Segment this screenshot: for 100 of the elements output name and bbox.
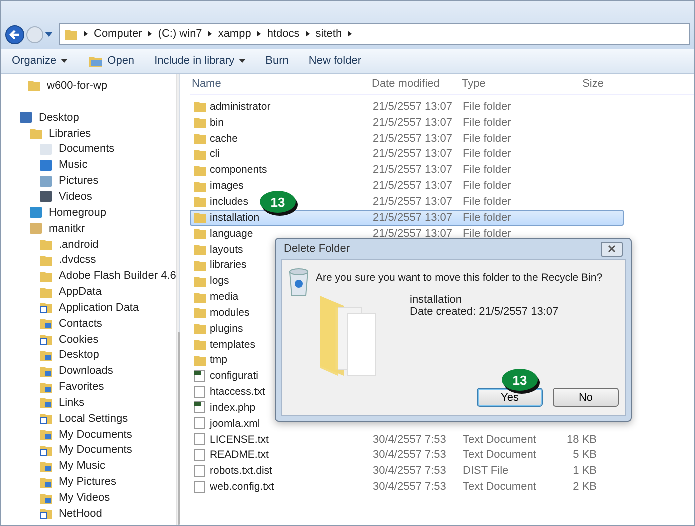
dialog-button[interactable]: No [553, 388, 619, 407]
file-type: Text Document [463, 434, 538, 446]
file-name[interactable]: cache [210, 132, 238, 145]
file-name[interactable]: installation [210, 212, 260, 224]
date-modified: 30/4/2557 7:53 [373, 434, 448, 446]
folder-shortcut-icon [39, 507, 53, 520]
breadcrumb[interactable]: Computer [94, 28, 142, 40]
folder-icon [193, 274, 207, 288]
tree-item[interactable]: Local Settings [1, 410, 176, 427]
breadcrumb[interactable]: siteth [316, 28, 342, 40]
file-size: 2 KB [572, 481, 597, 494]
file-name[interactable]: libraries [210, 259, 247, 272]
file-name[interactable]: LICENSE.txt [210, 434, 269, 446]
file-name[interactable]: htaccess.txt [210, 386, 266, 398]
tree-item[interactable]: Libraries [1, 126, 176, 142]
chevron-icon[interactable] [84, 31, 88, 37]
tree-item[interactable]: Contacts [1, 316, 176, 332]
file-name[interactable]: robots.txt.dist [210, 465, 272, 478]
chevron-icon[interactable] [257, 31, 262, 37]
file-name[interactable]: includes [210, 196, 249, 208]
date-modified: 21/5/2557 13:07 [373, 212, 454, 224]
toolbar-button[interactable]: Burn [260, 53, 294, 69]
tree-item[interactable]: .android [1, 236, 176, 252]
file-name[interactable]: web.config.txt [210, 481, 274, 494]
tree-item[interactable]: My Documents [1, 442, 176, 458]
breadcrumb[interactable]: htdocs [267, 28, 300, 40]
file-name[interactable]: cli [210, 148, 220, 160]
file-name[interactable]: images [210, 180, 244, 192]
tree-item[interactable]: w600-for-wp [1, 78, 176, 94]
back-button[interactable] [5, 25, 25, 45]
file-name[interactable]: modules [210, 306, 250, 319]
file-name[interactable]: README.txt [210, 449, 269, 462]
file-name[interactable]: tmp [210, 354, 228, 366]
dialog-button[interactable]: Yes [477, 388, 543, 407]
tree-item[interactable]: Homegroup [1, 204, 176, 221]
file-name[interactable]: components [210, 164, 268, 176]
tree-item[interactable]: Favorites [1, 379, 176, 396]
chevron-icon[interactable] [148, 31, 152, 37]
tree-item[interactable]: My Videos [1, 490, 176, 506]
scrollbar[interactable] [176, 74, 179, 525]
file-type: File folder [463, 196, 512, 208]
folder-shortcut-icon [39, 333, 53, 346]
tree-item[interactable]: Links [1, 395, 176, 411]
file-name[interactable]: index.php [210, 402, 256, 414]
tree-item[interactable]: .dvdcss [1, 252, 176, 268]
breadcrumb[interactable]: xampp [218, 28, 252, 40]
tree-item[interactable]: NetHood [1, 506, 176, 522]
folder-icon [193, 116, 207, 130]
chevron-icon[interactable] [306, 31, 310, 37]
tree-item[interactable]: manitkr [1, 220, 176, 237]
file-name[interactable]: bin [210, 116, 224, 129]
tree-item[interactable]: Desktop [1, 110, 176, 126]
folder-icon [193, 354, 207, 367]
file-type: File folder [463, 148, 512, 160]
date-modified: 21/5/2557 13:07 [373, 228, 454, 240]
folder-icon [39, 238, 53, 252]
tree-item[interactable]: Adobe Flash Builder 4.6 [1, 268, 176, 284]
chevron-icon[interactable] [208, 31, 212, 37]
file-name[interactable]: layouts [210, 244, 244, 256]
tree-label: My Documents [59, 428, 132, 441]
file-name[interactable]: joomla.xml [210, 418, 260, 430]
tree-item[interactable]: My Documents [1, 426, 176, 443]
tree-item[interactable]: AppData [1, 284, 176, 300]
column-header[interactable]: Name [190, 78, 368, 90]
dialog-message: Are you sure you want to move this folder to the Recycle Bin? [316, 272, 604, 284]
file-name[interactable]: logs [210, 275, 230, 288]
toolbar-button[interactable]: Include in library [150, 53, 251, 69]
column-header[interactable]: Date modified [368, 78, 458, 90]
column-header[interactable]: Size [548, 78, 604, 90]
toolbar-button[interactable]: New folder [304, 53, 366, 69]
step-callout: 13 [260, 191, 296, 213]
toolbar-button[interactable]: Organize [7, 53, 73, 69]
file-name[interactable]: plugins [210, 322, 244, 335]
tree-item[interactable]: My Pictures [1, 474, 176, 490]
close-button[interactable] [601, 242, 623, 256]
tree-item[interactable]: My Music [1, 458, 176, 474]
tree-item[interactable]: Pictures [1, 173, 176, 190]
column-header[interactable]: Type [458, 78, 548, 90]
folder-shortcut-icon [39, 444, 53, 457]
file-name[interactable]: configurati [210, 370, 258, 382]
tree-item[interactable]: Music [1, 157, 176, 174]
history-dropdown-icon[interactable] [45, 32, 53, 38]
tree-label: .android [59, 238, 99, 251]
tree-item[interactable]: Application Data [1, 300, 176, 316]
tree-item[interactable]: Videos [1, 189, 176, 205]
tree-item[interactable]: Documents [1, 142, 176, 158]
breadcrumb[interactable]: (C:) win7 [158, 28, 202, 40]
folder-icon [27, 79, 41, 92]
file-name[interactable]: media [210, 291, 239, 304]
file-name[interactable]: language [210, 228, 254, 240]
selected-file-row[interactable]: installation 21/5/2557 13:07 File folder [190, 210, 624, 226]
file-name[interactable]: templates [210, 338, 256, 351]
file-name[interactable]: administrator [210, 100, 271, 113]
address-bar[interactable]: Computer (C:) win7 xampp htdocs siteth [59, 23, 690, 45]
toolbar-button[interactable]: Open [82, 52, 140, 70]
chevron-icon[interactable] [348, 31, 352, 37]
tree-item[interactable]: Desktop [1, 348, 176, 364]
tree-item[interactable]: Cookies [1, 332, 176, 348]
tree-item[interactable]: Downloads [1, 363, 176, 380]
open-folder-icon [88, 54, 104, 68]
